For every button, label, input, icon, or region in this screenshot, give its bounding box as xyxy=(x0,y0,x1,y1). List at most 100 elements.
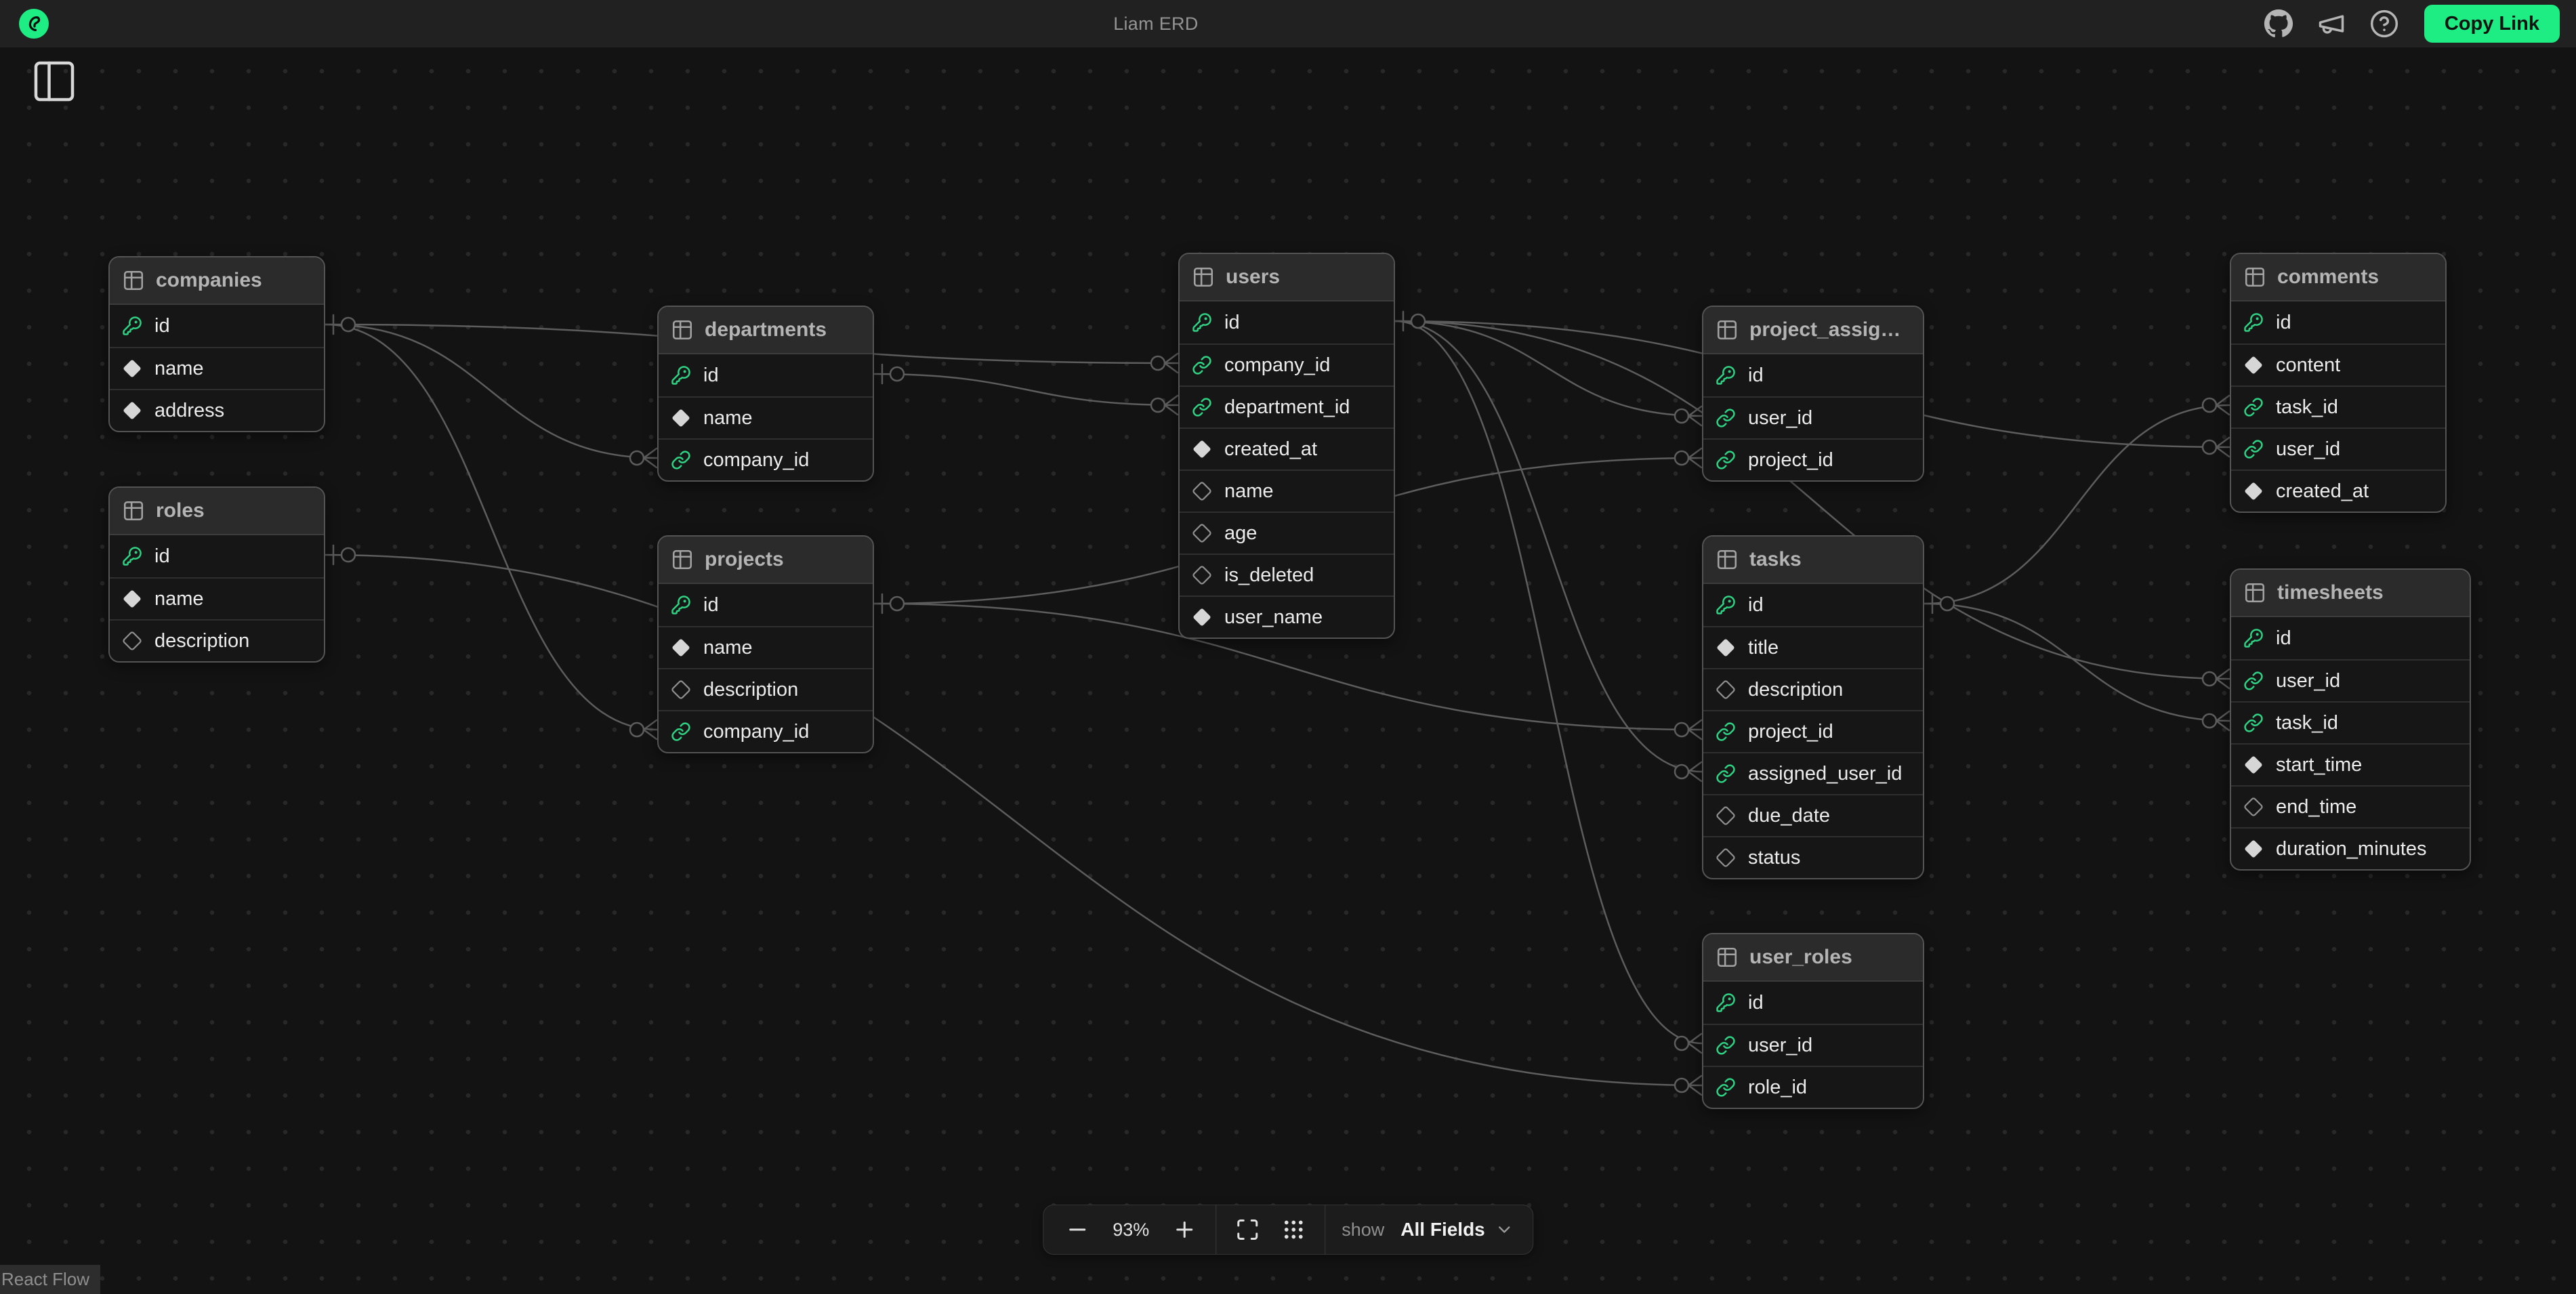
column-users-is_deleted[interactable]: is_deleted xyxy=(1180,554,1394,596)
table-tasks[interactable]: tasksidtitledescriptionproject_idassigne… xyxy=(1702,535,1924,879)
zoom-toolbar: 93% show xyxy=(1043,1205,1533,1255)
table-header: departments xyxy=(659,307,873,354)
column-user_roles-role_id[interactable]: role_id xyxy=(1703,1066,1923,1108)
sidebar-toggle-button[interactable] xyxy=(27,54,81,108)
fit-view-button[interactable] xyxy=(1232,1215,1262,1245)
edge-companies-id-to-departments-company_id[interactable] xyxy=(325,325,657,458)
edge-tasks-id-to-timesheets-task_id[interactable] xyxy=(1924,604,2230,721)
table-users[interactable]: usersidcompany_iddepartment_idcreated_at… xyxy=(1178,253,1395,639)
minus-icon xyxy=(1065,1217,1089,1242)
erd-canvas[interactable]: 93% show xyxy=(0,47,2576,1294)
release-notes-button[interactable] xyxy=(2316,8,2347,39)
reactflow-attribution[interactable]: React Flow xyxy=(0,1265,100,1294)
not-null-diamond-icon xyxy=(122,400,142,421)
liam-logo[interactable] xyxy=(19,9,49,39)
column-projects-id[interactable]: id xyxy=(659,584,873,626)
not-null-diamond-icon xyxy=(2243,755,2264,775)
column-projects-company_id[interactable]: company_id xyxy=(659,710,873,752)
column-users-name[interactable]: name xyxy=(1180,469,1394,512)
table-title: companies xyxy=(156,269,262,292)
column-name: name xyxy=(154,358,204,380)
column-comments-content[interactable]: content xyxy=(2231,343,2445,385)
help-button[interactable] xyxy=(2369,8,2400,39)
column-departments-company_id[interactable]: company_id xyxy=(659,438,873,480)
column-comments-id[interactable]: id xyxy=(2231,301,2445,343)
column-departments-name[interactable]: name xyxy=(659,396,873,438)
column-roles-description[interactable]: description xyxy=(110,619,324,661)
column-users-age[interactable]: age xyxy=(1180,512,1394,554)
column-timesheets-start_time[interactable]: start_time xyxy=(2231,743,2470,785)
column-comments-created_at[interactable]: created_at xyxy=(2231,469,2445,512)
column-users-department_id[interactable]: department_id xyxy=(1180,385,1394,427)
column-name: project_id xyxy=(1748,721,1833,743)
column-comments-task_id[interactable]: task_id xyxy=(2231,385,2445,427)
primary-key-icon xyxy=(122,316,142,336)
edge-users-id-to-user_roles-user_id[interactable] xyxy=(1395,321,1702,1043)
column-name: assigned_user_id xyxy=(1748,763,1902,785)
zoom-in-button[interactable] xyxy=(1169,1215,1199,1245)
column-tasks-status[interactable]: status xyxy=(1703,836,1923,878)
column-departments-id[interactable]: id xyxy=(659,354,873,396)
column-name: id xyxy=(703,364,719,387)
column-name: id xyxy=(1748,364,1764,387)
column-tasks-description[interactable]: description xyxy=(1703,668,1923,710)
table-companies[interactable]: companies id name address xyxy=(108,256,325,432)
table-user_roles[interactable]: user_rolesiduser_idrole_id xyxy=(1702,933,1924,1109)
column-comments-user_id[interactable]: user_id xyxy=(2231,427,2445,469)
fields-filter-select[interactable]: All Fields xyxy=(1400,1219,1513,1240)
column-roles-name[interactable]: name xyxy=(110,577,324,619)
column-user_roles-user_id[interactable]: user_id xyxy=(1703,1024,1923,1066)
column-companies-name[interactable]: name xyxy=(110,347,324,389)
column-name: name xyxy=(703,637,753,659)
column-timesheets-id[interactable]: id xyxy=(2231,617,2470,659)
column-project_assignments-user_id[interactable]: user_id xyxy=(1703,396,1923,438)
column-projects-description[interactable]: description xyxy=(659,668,873,710)
column-tasks-assigned_user_id[interactable]: assigned_user_id xyxy=(1703,752,1923,794)
column-tasks-id[interactable]: id xyxy=(1703,584,1923,626)
column-tasks-due_date[interactable]: due_date xyxy=(1703,794,1923,836)
column-timesheets-task_id[interactable]: task_id xyxy=(2231,701,2470,743)
column-project_assignments-id[interactable]: id xyxy=(1703,354,1923,396)
table-timesheets[interactable]: timesheetsiduser_idtask_idstart_timeend_… xyxy=(2230,568,2471,871)
edge-users-id-to-project_assignments-user_id[interactable] xyxy=(1395,321,1702,416)
zoom-out-button[interactable] xyxy=(1062,1215,1092,1245)
edge-users-id-to-tasks-assigned_user_id[interactable] xyxy=(1395,321,1702,772)
table-title: project_assignments xyxy=(1749,318,1911,341)
column-companies-id[interactable]: id xyxy=(110,305,324,347)
github-button[interactable] xyxy=(2263,8,2294,39)
column-name: user_id xyxy=(1748,407,1812,430)
table-project_assignments[interactable]: project_assignmentsid user_id project_id xyxy=(1702,306,1924,482)
table-title: user_roles xyxy=(1749,946,1852,969)
tidy-up-button[interactable] xyxy=(1279,1215,1308,1245)
table-icon xyxy=(1716,946,1739,969)
table-comments[interactable]: commentsidcontenttask_iduser_idcreated_a… xyxy=(2230,253,2447,513)
chevron-down-icon xyxy=(1495,1220,1514,1239)
column-name: user_id xyxy=(2276,670,2340,692)
column-users-company_id[interactable]: company_id xyxy=(1180,343,1394,385)
column-tasks-title[interactable]: title xyxy=(1703,626,1923,668)
table-departments[interactable]: departments id name company_id xyxy=(657,306,874,482)
edge-departments-id-to-users-department_id[interactable] xyxy=(874,374,1178,405)
column-projects-name[interactable]: name xyxy=(659,626,873,668)
column-project_assignments-project_id[interactable]: project_id xyxy=(1703,438,1923,480)
nullable-diamond-icon xyxy=(1192,523,1212,543)
edge-roles-id-to-user_roles-role_id[interactable] xyxy=(325,555,1702,1085)
edge-companies-id-to-projects-company_id[interactable] xyxy=(325,325,657,730)
app-header: Liam ERD Copy Link xyxy=(0,0,2576,47)
edge-tasks-id-to-comments-task_id[interactable] xyxy=(1924,405,2230,604)
column-users-id[interactable]: id xyxy=(1180,301,1394,343)
column-timesheets-user_id[interactable]: user_id xyxy=(2231,659,2470,701)
column-tasks-project_id[interactable]: project_id xyxy=(1703,710,1923,752)
column-timesheets-end_time[interactable]: end_time xyxy=(2231,785,2470,827)
table-roles[interactable]: rolesidnamedescription xyxy=(108,486,325,663)
column-users-created_at[interactable]: created_at xyxy=(1180,427,1394,469)
column-roles-id[interactable]: id xyxy=(110,535,324,577)
column-user_roles-id[interactable]: id xyxy=(1703,982,1923,1024)
copy-link-button[interactable]: Copy Link xyxy=(2424,5,2560,43)
column-users-user_name[interactable]: user_name xyxy=(1180,596,1394,638)
table-projects[interactable]: projectsidnamedescriptioncompany_id xyxy=(657,535,874,753)
column-companies-address[interactable]: address xyxy=(110,389,324,431)
column-name: name xyxy=(703,407,753,430)
column-timesheets-duration_minutes[interactable]: duration_minutes xyxy=(2231,827,2470,869)
table-icon xyxy=(1716,318,1739,341)
